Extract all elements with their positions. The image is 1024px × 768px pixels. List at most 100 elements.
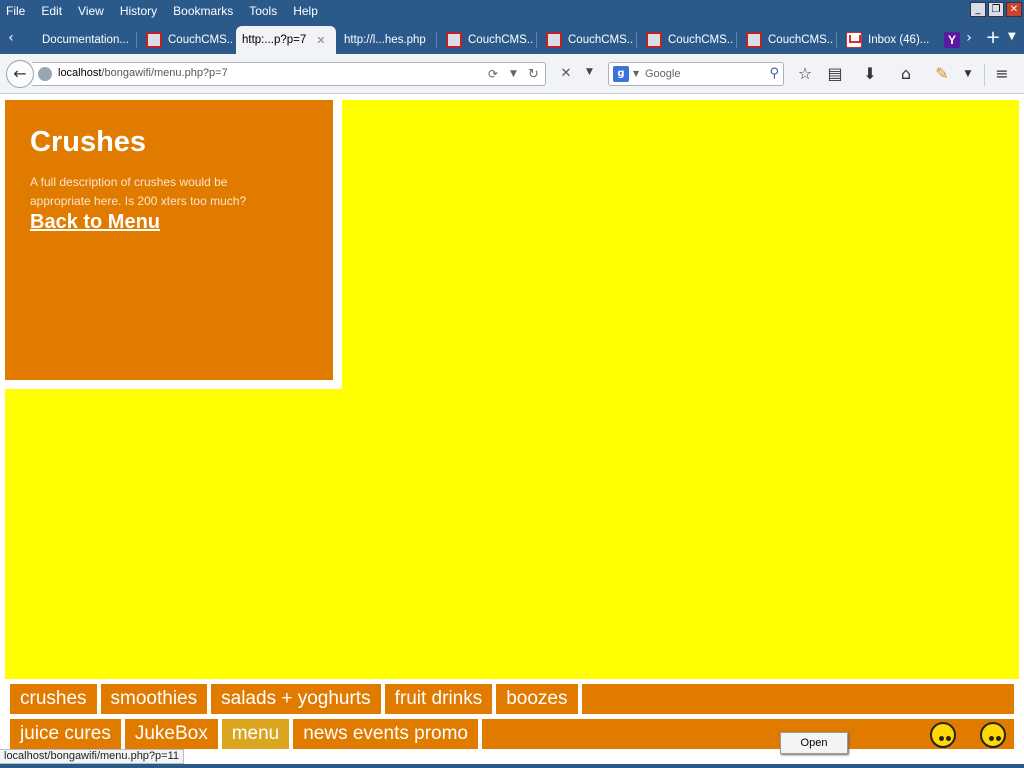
tab-separator (436, 32, 437, 48)
menu-view[interactable]: View (70, 4, 112, 18)
menu-button-boozes[interactable]: boozes (496, 684, 578, 714)
tab-label: CouchCMS... (768, 34, 834, 46)
back-arrow-icon: ← (13, 64, 27, 83)
tab-separator (836, 32, 837, 48)
menu-button-jukebox[interactable]: JukeBox (124, 719, 218, 749)
scroll-tabs-left-icon[interactable]: ‹ (2, 30, 20, 48)
tab-label: Inbox (46)... (868, 34, 930, 46)
window-bottom-edge (0, 764, 1024, 768)
menu-button-juice-cures[interactable]: juice cures (10, 719, 121, 749)
mascot-eye (946, 736, 951, 741)
tab-active-menu[interactable]: http:...p?p=7 ✕ (236, 26, 336, 54)
tab-strip: ‹ Documentation... CouchCMS... http:...p… (0, 22, 1024, 54)
tab-label: http:...p?p=7 (242, 34, 307, 46)
search-icon[interactable]: ⚲ (769, 66, 779, 81)
page-content: Crushes A full description of crushes wo… (0, 95, 1024, 749)
couchcms-icon (146, 32, 162, 48)
menu-file[interactable]: File (0, 4, 33, 18)
list-all-tabs-icon[interactable]: ▼ (1008, 31, 1020, 42)
gmail-icon (846, 32, 862, 48)
tab-label: Documentation... (42, 34, 129, 46)
menu-row-2: juice cures JukeBox menu news events pro… (10, 719, 1014, 749)
mascot-eye (989, 736, 994, 741)
tab-separator (636, 32, 637, 48)
tab-separator (136, 32, 137, 48)
tab-label: CouchCMS... (568, 34, 634, 46)
extension-icon[interactable]: ✕ (556, 66, 576, 84)
addon-dropdown-icon[interactable]: ▼ (958, 64, 978, 84)
site-identity-icon[interactable] (38, 67, 52, 81)
navigation-toolbar: localhost/bongawifi/menu.php?p=7 ⟳ ▼ ↻ ←… (0, 54, 1024, 94)
couchcms-icon (546, 32, 562, 48)
menu-button-crushes[interactable]: crushes (10, 684, 97, 714)
tab-couchcms[interactable]: CouchCMS... (440, 26, 534, 54)
tab-documentation[interactable]: Documentation... (36, 26, 132, 54)
status-bar: localhost/bongawifi/menu.php?p=11 (0, 749, 185, 764)
tab-separator (736, 32, 737, 48)
tab-crushes-php[interactable]: http://l...hes.php (338, 26, 434, 54)
window-controls: _ ❐ ✕ (970, 2, 1022, 17)
back-to-menu-link[interactable]: Back to Menu (30, 211, 160, 234)
menu-edit[interactable]: Edit (33, 4, 70, 18)
tab-label: CouchCMS... (668, 34, 734, 46)
url-history-dropdown-icon[interactable]: ▼ (510, 69, 517, 79)
home-icon[interactable]: ⌂ (896, 64, 916, 84)
menu-button-menu[interactable]: menu (221, 719, 290, 749)
menu-bookmarks[interactable]: Bookmarks (165, 4, 241, 18)
description-text: A full description of crushes would be a… (30, 175, 247, 208)
scroll-tabs-right-icon[interactable]: › (962, 30, 976, 46)
mascot-head (930, 722, 956, 748)
tab-yahoo[interactable]: Y (940, 26, 962, 54)
addon-icon[interactable]: ✎ (932, 64, 952, 84)
menu-button-fruit-drinks[interactable]: fruit drinks (384, 684, 493, 714)
mascot-icon (926, 720, 960, 750)
bookmark-star-icon[interactable]: ☆ (795, 64, 815, 84)
restore-button[interactable]: ❐ (988, 2, 1004, 17)
menu-button-salads-yoghurts[interactable]: salads + yoghurts (211, 684, 381, 714)
open-button[interactable]: Open (780, 732, 848, 754)
url-bar[interactable]: localhost/bongawifi/menu.php?p=7 ⟳ ▼ ↻ (32, 62, 546, 86)
close-tab-icon[interactable]: ✕ (316, 34, 325, 47)
tab-label: CouchCMS... (168, 34, 232, 46)
back-button[interactable]: ← (6, 60, 34, 88)
couchcms-icon (746, 32, 762, 48)
description-card: Crushes A full description of crushes wo… (5, 100, 333, 380)
search-placeholder: Google (645, 68, 681, 80)
tab-label: http://l...hes.php (344, 34, 426, 46)
tab-couchcms[interactable]: CouchCMS... (640, 26, 734, 54)
menu-button-news-events-promo[interactable]: news events promo (293, 719, 478, 749)
tab-couchcms[interactable]: CouchCMS... (140, 26, 232, 54)
minimize-button[interactable]: _ (970, 2, 986, 17)
search-bar[interactable]: g ▼ Google ⚲ (608, 62, 784, 86)
extension-dropdown-icon[interactable]: ▼ (586, 67, 593, 77)
menu-row-filler (581, 684, 1014, 714)
new-tab-button[interactable]: + (984, 27, 1002, 48)
menu-help[interactable]: Help (285, 4, 326, 18)
menu-history[interactable]: History (112, 4, 165, 18)
hamburger-menu-icon[interactable]: ≡ (992, 64, 1012, 84)
menu-row-1: crushes smoothies salads + yoghurts frui… (10, 684, 1014, 714)
menu-button-smoothies[interactable]: smoothies (100, 684, 208, 714)
page-action-icon[interactable]: ⟳ (488, 67, 498, 81)
toolbar-divider (984, 64, 985, 86)
tab-couchcms[interactable]: CouchCMS... (740, 26, 834, 54)
tab-gmail-inbox[interactable]: Inbox (46)... (840, 26, 938, 54)
mascot-head (980, 722, 1006, 748)
couchcms-icon (446, 32, 462, 48)
reload-icon[interactable]: ↻ (528, 67, 539, 82)
tab-couchcms[interactable]: CouchCMS... (540, 26, 634, 54)
tab-separator (536, 32, 537, 48)
page-title: Crushes (30, 126, 147, 158)
search-engine-dropdown-icon[interactable]: ▼ (633, 69, 639, 78)
mascot-icon (976, 720, 1010, 750)
close-window-button[interactable]: ✕ (1006, 2, 1022, 17)
google-icon[interactable]: g (613, 66, 629, 82)
url-text[interactable]: localhost/bongawifi/menu.php?p=7 (58, 67, 228, 79)
mascot-eye (939, 736, 944, 741)
mascot-eye (996, 736, 1001, 741)
yahoo-icon: Y (944, 32, 960, 48)
downloads-icon[interactable]: ⬇ (860, 64, 880, 84)
menu-tools[interactable]: Tools (241, 4, 285, 18)
tab-label: CouchCMS... (468, 34, 534, 46)
reading-list-icon[interactable]: ▤ (825, 64, 845, 84)
